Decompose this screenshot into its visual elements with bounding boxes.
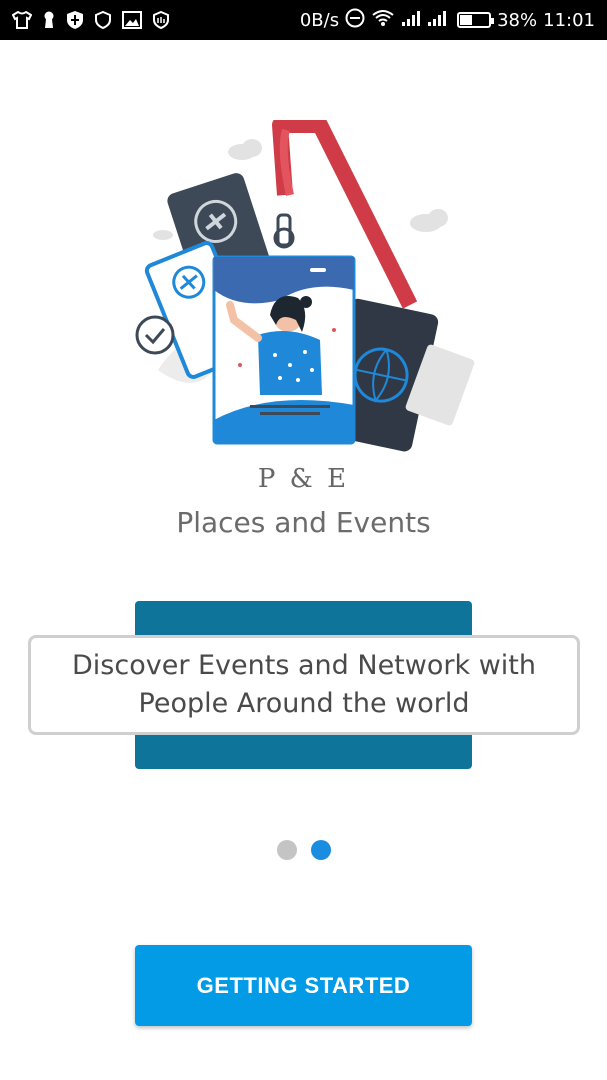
brand-logo-text: P & E <box>257 464 350 494</box>
shield-badge-icon <box>152 10 170 30</box>
signal-icon <box>401 9 421 32</box>
page-dot-1[interactable] <box>277 840 297 860</box>
wifi-icon <box>371 9 395 32</box>
page-indicator <box>277 840 331 860</box>
image-icon <box>122 11 142 29</box>
keyhole-icon <box>42 11 56 29</box>
onboarding-illustration <box>130 117 480 470</box>
battery-icon <box>457 12 495 28</box>
status-bar: 0B/s 38% 11:01 <box>0 0 607 40</box>
page-dot-2[interactable] <box>311 840 331 860</box>
network-speed: 0B/s <box>299 9 340 31</box>
battery-fill <box>460 15 472 25</box>
app-title: Places and Events <box>176 506 431 539</box>
battery-percent: 38% <box>497 9 538 31</box>
dnd-icon <box>345 8 365 33</box>
clock: 11:01 <box>543 9 595 31</box>
shield-outline-icon <box>94 10 112 30</box>
check-icon <box>135 315 175 355</box>
shirt-icon <box>12 11 32 29</box>
getting-started-button[interactable]: GETTING STARTED <box>135 945 472 1026</box>
shield-icon <box>66 10 84 30</box>
signal-icon-2 <box>427 9 447 32</box>
onboarding-message: Discover Events and Network with People … <box>28 635 580 735</box>
